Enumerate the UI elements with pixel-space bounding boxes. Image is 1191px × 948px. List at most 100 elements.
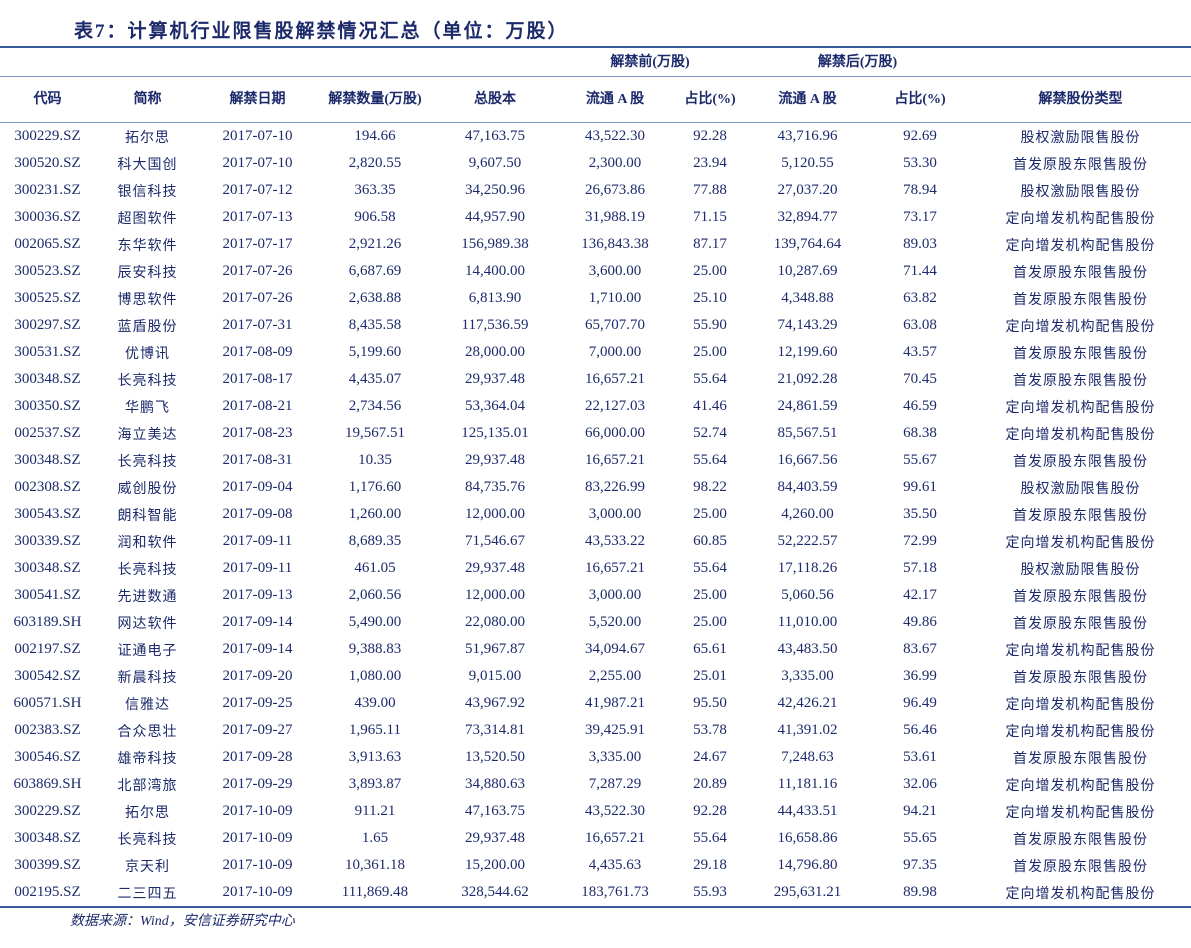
table-cell: 12,000.00	[465, 506, 525, 522]
table-cell: 300531.SZ	[14, 344, 81, 360]
table-cell: 定向增发机构配售股份	[1005, 643, 1156, 659]
table-cell: 17,118.26	[777, 560, 838, 576]
table-cell: 5,490.00	[348, 614, 402, 630]
table-cell: 拓尔思	[125, 805, 170, 821]
table-cell: 2017-07-12	[222, 182, 293, 198]
table-cell: 2017-08-17	[222, 371, 293, 387]
table-cell: 92.69	[903, 128, 937, 144]
table-row: 300229.SZ 拓尔思 2017-07-10 194.66 47,163.75 43,…	[0, 123, 1191, 151]
table-cell: 92.28	[693, 803, 727, 819]
column-header: 总股本	[435, 76, 555, 123]
table-cell: 4,435.63	[588, 857, 642, 873]
table-cell: 定向增发机构配售股份	[1005, 697, 1156, 713]
table-cell: 96.49	[903, 695, 937, 711]
table-cell: 14,796.80	[777, 857, 838, 873]
table-cell: 蓝盾股份	[117, 319, 178, 335]
table-cell: 34,094.67	[585, 641, 645, 657]
table-cell: 92.28	[693, 128, 727, 144]
table-cell: 55.67	[903, 452, 937, 468]
table-cell: 2017-08-09	[222, 344, 293, 360]
table-cell: 25.00	[693, 344, 727, 360]
table-cell: 海立美达	[117, 427, 178, 443]
table-cell: 首发原股东限售股份	[1013, 751, 1149, 767]
table-cell: 300339.SZ	[14, 533, 81, 549]
table-cell: 16,657.21	[585, 452, 645, 468]
table-cell: 22,127.03	[585, 398, 645, 414]
table-cell: 定向增发机构配售股份	[1005, 319, 1156, 335]
table-cell: 85,567.51	[777, 425, 838, 441]
table-cell: 65,707.70	[585, 317, 645, 333]
table-cell: 证通电子	[117, 643, 178, 659]
table-cell: 2,060.56	[348, 587, 402, 603]
table-cell: 10,287.69	[777, 263, 838, 279]
table-cell: 5,060.56	[781, 587, 834, 603]
table-cell: 6,813.90	[468, 290, 522, 306]
table-row: 002065.SZ 东华软件 2017-07-17 2,921.26 156,989.3…	[0, 231, 1191, 258]
table-cell: 300297.SZ	[14, 317, 81, 333]
table-cell: 1,080.00	[348, 668, 402, 684]
table-cell: 22,080.00	[465, 614, 525, 630]
table-cell: 911.21	[354, 803, 396, 819]
table-cell: 29,937.48	[465, 371, 525, 387]
table-cell: 2017-07-26	[222, 290, 293, 306]
table-cell: 71.44	[903, 263, 937, 279]
table-cell: 定向增发机构配售股份	[1005, 238, 1156, 254]
table-cell: 信雅达	[125, 697, 170, 713]
table-cell: 300348.SZ	[14, 371, 81, 387]
table-cell: 41,391.02	[777, 722, 838, 738]
table-cell: 定向增发机构配售股份	[1005, 427, 1156, 443]
table-row: 300348.SZ 长亮科技 2017-08-17 4,435.07 29,937.48…	[0, 366, 1191, 393]
table-row: 300339.SZ 润和软件 2017-09-11 8,689.35 71,546.67…	[0, 528, 1191, 555]
table-cell: 300036.SZ	[14, 209, 81, 225]
table-cell: 43,483.50	[777, 641, 838, 657]
table-cell: 35.50	[903, 506, 937, 522]
table-cell: 53,364.04	[465, 398, 525, 414]
table-cell: 300523.SZ	[14, 263, 81, 279]
column-header: 解禁数量(万股)	[315, 76, 435, 123]
table-cell: 1,710.00	[588, 290, 642, 306]
table-cell: 2017-09-14	[222, 614, 293, 630]
table-cell: 53.30	[903, 155, 937, 171]
table-cell: 6,687.69	[348, 263, 402, 279]
table-cell: 60.85	[693, 533, 727, 549]
column-header: 简称	[95, 76, 200, 123]
table-cell: 26,673.86	[585, 182, 645, 198]
table-cell: 99.61	[903, 479, 937, 495]
table-cell: 27,037.20	[777, 182, 838, 198]
table-cell: 43,967.92	[465, 695, 525, 711]
table-cell: 183,761.73	[555, 879, 675, 908]
table-cell: 55.90	[693, 317, 727, 333]
table-cell: 44,957.90	[465, 209, 525, 225]
table-cell: 威创股份	[117, 481, 178, 497]
table-row: 300348.SZ 长亮科技 2017-09-11 461.05 29,937.48 16…	[0, 555, 1191, 582]
table-cell: 5,120.55	[781, 155, 834, 171]
table-cell: 网达软件	[117, 616, 178, 632]
table-row: 300231.SZ 银信科技 2017-07-12 363.35 34,250.96 26…	[0, 177, 1191, 204]
table-cell: 25.00	[693, 263, 727, 279]
table-cell: 29,937.48	[465, 452, 525, 468]
table-cell: 32,894.77	[777, 209, 838, 225]
table-cell: 超图软件	[117, 211, 178, 227]
table-row: 300297.SZ 蓝盾股份 2017-07-31 8,435.58 117,536.5…	[0, 312, 1191, 339]
table-cell: 111,869.48	[315, 879, 435, 908]
table-cell: 29,937.48	[465, 560, 525, 576]
table-cell: 股权激励限售股份	[1020, 562, 1141, 578]
table-cell: 89.98	[870, 879, 971, 908]
table-cell: 117,536.59	[461, 317, 529, 333]
table-cell: 70.45	[903, 371, 937, 387]
column-header: 解禁日期	[200, 76, 315, 123]
table-cell: 47,163.75	[465, 803, 525, 819]
table-cell: 3,335.00	[781, 668, 834, 684]
table-cell: 1,965.11	[349, 722, 401, 738]
table-cell: 2017-09-29	[222, 776, 293, 792]
table-cell: 300543.SZ	[14, 506, 81, 522]
table-cell: 29,937.48	[465, 830, 525, 846]
table-cell: 16,657.21	[585, 371, 645, 387]
table-cell: 63.08	[903, 317, 937, 333]
table-row: 002308.SZ 威创股份 2017-09-04 1,176.60 84,735.76…	[0, 474, 1191, 501]
table-cell: 002383.SZ	[14, 722, 81, 738]
table-row: 300531.SZ 优博讯 2017-08-09 5,199.60 28,000.00 7…	[0, 339, 1191, 366]
table-cell: 2,638.88	[348, 290, 402, 306]
table-cell: 300350.SZ	[14, 398, 81, 414]
table-cell: 24.67	[693, 749, 727, 765]
